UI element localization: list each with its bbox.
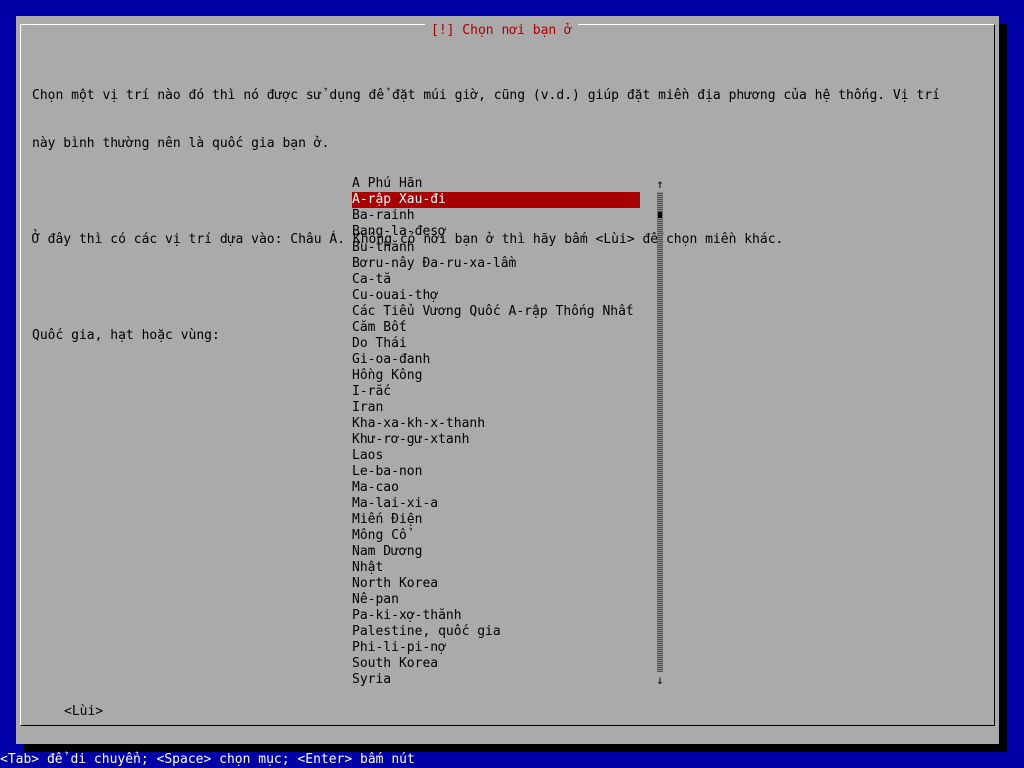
- country-list-item[interactable]: Kha-xa-kh-x-thanh: [352, 416, 672, 432]
- country-list-item[interactable]: Bang-la-đesợ: [352, 224, 672, 240]
- scroll-down-icon[interactable]: ↓: [656, 672, 664, 688]
- country-list-item[interactable]: Cu-ouai-thợ: [352, 288, 672, 304]
- country-list-item[interactable]: Miến Điện: [352, 512, 672, 528]
- country-list-item[interactable]: Bu-thănh: [352, 240, 672, 256]
- country-list-item[interactable]: Bơru-nây Đa-ru-xa-lầm: [352, 256, 672, 272]
- country-list-item[interactable]: Gi-oa-đanh: [352, 352, 672, 368]
- country-list-item[interactable]: Laos: [352, 448, 672, 464]
- scroll-track[interactable]: [657, 192, 663, 672]
- country-list-item[interactable]: South Korea: [352, 656, 672, 672]
- description-line-1: Chọn một vị trí nào đó thì nó được sử dụ…: [32, 88, 940, 103]
- country-list-item[interactable]: Palestine, quốc gia: [352, 624, 672, 640]
- country-list-item[interactable]: Hồng Kông: [352, 368, 672, 384]
- scroll-thumb[interactable]: [658, 212, 662, 218]
- help-footer: <Tab> để di chuyển; <Space> chọn mục; <E…: [0, 752, 1024, 768]
- country-list-item[interactable]: Khư-rơ-gư-xtanh: [352, 432, 672, 448]
- country-list-item[interactable]: Nam Dương: [352, 544, 672, 560]
- country-list-item[interactable]: A Phú Hãn: [352, 176, 672, 192]
- country-list-item[interactable]: North Korea: [352, 576, 672, 592]
- country-list-item[interactable]: Le-ba-non: [352, 464, 672, 480]
- country-list-item[interactable]: Ca-tă: [352, 272, 672, 288]
- country-list-item[interactable]: Pa-ki-xợ-thănh: [352, 608, 672, 624]
- country-list-item[interactable]: Mông Cổ: [352, 528, 672, 544]
- country-list-item[interactable]: Ba-rainh: [352, 208, 672, 224]
- dialog-frame: [!] Chọn nơi bạn ở Chọn một vị trí nào đ…: [20, 23, 995, 726]
- country-list-item[interactable]: Nê-pan: [352, 592, 672, 608]
- dialog-title: [!] Chọn nơi bạn ở: [425, 23, 578, 39]
- country-list-item[interactable]: Nhật: [352, 560, 672, 576]
- country-list-item[interactable]: Do Thái: [352, 336, 672, 352]
- description-line-2: này bình thường nên là quốc gia bạn ở.: [32, 136, 330, 151]
- country-list-item[interactable]: I-rắc: [352, 384, 672, 400]
- country-list-item[interactable]: Syria: [352, 672, 672, 688]
- country-list-item[interactable]: A-rập Xau-đi: [352, 192, 640, 208]
- installer-dialog: [!] Chọn nơi bạn ở Chọn một vị trí nào đ…: [16, 16, 999, 744]
- country-list-item[interactable]: Iran: [352, 400, 672, 416]
- scroll-up-icon[interactable]: ↑: [656, 176, 664, 192]
- country-list-item[interactable]: Phi-li-pi-nợ: [352, 640, 672, 656]
- back-button[interactable]: <Lùi>: [64, 704, 103, 720]
- country-list[interactable]: A Phú Hãn A-rập Xau-đi Ba-rainh Bang-la-đes…: [352, 176, 672, 688]
- country-list-item[interactable]: Căm Bốt: [352, 320, 672, 336]
- country-list-item[interactable]: Ma-lai-xi-a: [352, 496, 672, 512]
- country-list-item[interactable]: Các Tiểu Vương Quốc A-rập Thống Nhất: [352, 304, 672, 320]
- list-scrollbar[interactable]: ↑ ↓: [656, 176, 664, 688]
- country-list-item[interactable]: Ma-cao: [352, 480, 672, 496]
